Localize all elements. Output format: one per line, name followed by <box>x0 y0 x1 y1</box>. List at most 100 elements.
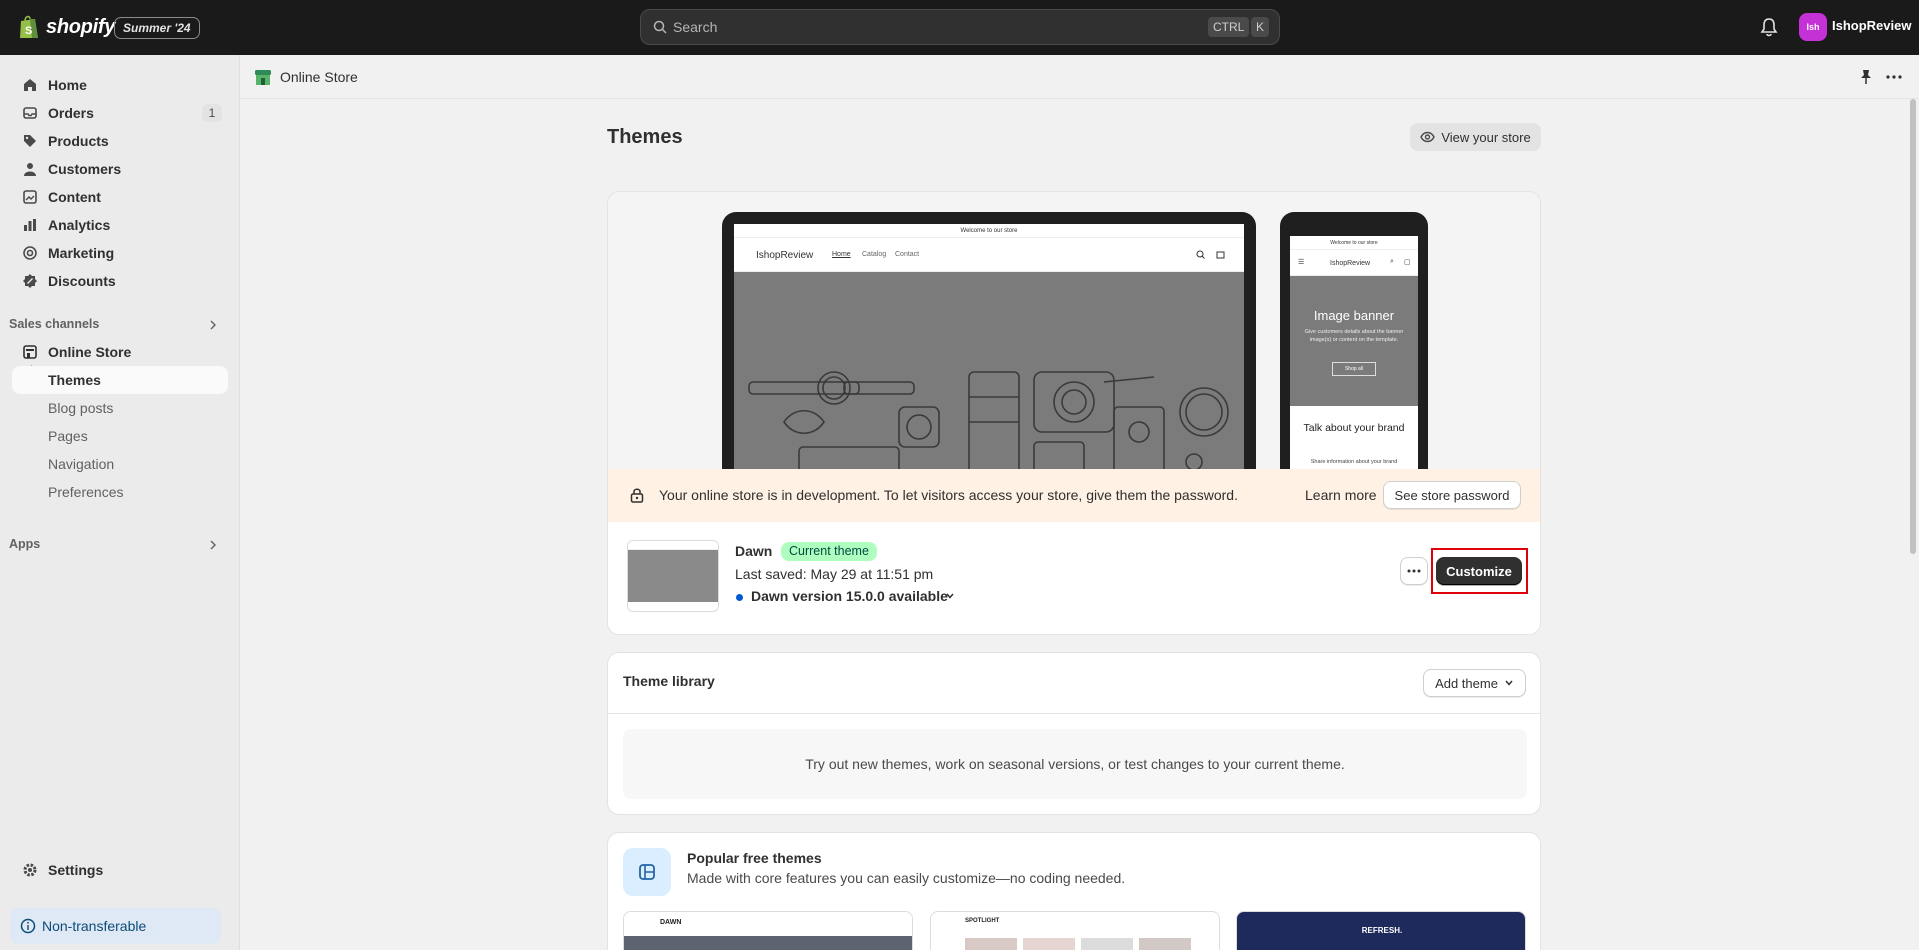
phone-brand-title: Talk about your brand <box>1303 422 1405 434</box>
spotlight-thumb-tile <box>1139 938 1191 950</box>
theme-card-spotlight[interactable]: SPOTLIGHT <box>930 911 1220 950</box>
sidebar-item-label: Content <box>48 189 101 205</box>
online-store-icon <box>255 70 271 85</box>
search-placeholder: Search <box>673 19 718 35</box>
theme-actions-button[interactable] <box>1400 557 1428 585</box>
sidebar-item-label: Pages <box>48 428 88 444</box>
theme-library-card: Theme library Add theme Try out new them… <box>607 652 1541 815</box>
discount-icon <box>23 274 37 288</box>
dawn-thumbnail[interactable] <box>627 540 719 612</box>
phone-announcement: Welcome to our store <box>1290 236 1418 250</box>
customize-highlight-box <box>1431 548 1528 594</box>
sidebar-item-label: Navigation <box>48 456 115 472</box>
sidebar-item-blog-posts[interactable]: Blog posts <box>12 394 228 422</box>
shopify-bag-icon: S <box>20 15 38 38</box>
gear-icon <box>23 863 37 877</box>
chevron-down-icon[interactable] <box>945 591 955 601</box>
laptop-screen: Welcome to our store IshopReview Home Ca… <box>734 224 1244 474</box>
mini-cart-icon <box>1216 251 1225 259</box>
phone-menu-icon: ☰ <box>1298 259 1305 266</box>
kbd-ctrl: CTRL <box>1208 17 1250 37</box>
sidebar-item-customers[interactable]: Customers <box>12 155 228 183</box>
sidebar-item-label: Online Store <box>48 344 132 360</box>
add-theme-button[interactable]: Add theme <box>1423 669 1526 697</box>
sidebar-item-content[interactable]: Content <box>12 183 228 211</box>
sidebar-item-online-store[interactable]: Online Store <box>12 338 228 366</box>
spotlight-thumb-tile <box>1081 938 1133 950</box>
sidebar-item-settings[interactable]: Settings <box>12 856 228 884</box>
search-icon <box>653 20 667 34</box>
sidebar-item-orders[interactable]: Orders 1 <box>12 99 228 127</box>
see-store-password-button[interactable]: See store password <box>1383 481 1521 509</box>
laptop-nav-home: Home <box>832 251 851 258</box>
phone-hero-banner: Image banner Give customers details abou… <box>1290 276 1418 406</box>
store-name[interactable]: IshopReview <box>1832 18 1911 33</box>
sidebar-item-discounts[interactable]: Discounts <box>12 267 228 295</box>
laptop-announcement: Welcome to our store <box>734 224 1244 238</box>
laptop-hero-image <box>734 272 1244 474</box>
non-transferable-banner[interactable]: Non-transferable <box>10 908 221 944</box>
sales-channels-title[interactable]: Sales channels <box>9 317 99 331</box>
chevron-right-icon[interactable] <box>209 320 217 330</box>
target-icon <box>23 246 37 260</box>
lock-icon <box>630 488 644 503</box>
learn-more-link[interactable]: Learn more <box>1305 487 1377 503</box>
sidebar-item-marketing[interactable]: Marketing <box>12 239 228 267</box>
theme-version-link[interactable]: Dawn version 15.0.0 available <box>751 588 948 604</box>
current-theme-badge: Current theme <box>781 542 877 561</box>
phone-store-name: IshopReview <box>1330 260 1371 267</box>
brand-name: shopify <box>46 15 116 38</box>
pin-icon[interactable] <box>1859 69 1873 85</box>
scrollbar[interactable] <box>1910 99 1916 554</box>
eye-icon <box>1420 131 1436 143</box>
theme-card-refresh[interactable]: REFRESH. <box>1236 911 1526 950</box>
sidebar-item-navigation[interactable]: Navigation <box>12 450 228 478</box>
content-icon <box>23 190 37 204</box>
refresh-thumb-title: REFRESH. <box>1361 926 1403 935</box>
more-horizontal-icon[interactable] <box>1885 69 1903 85</box>
orders-icon <box>23 107 37 119</box>
dawn-thumb-title: DAWN <box>660 919 682 926</box>
shopify-logo[interactable]: S shopify <box>18 14 115 40</box>
theme-preview[interactable]: Welcome to our store IshopReview Home Ca… <box>608 192 1540 476</box>
laptop-nav-catalog: Catalog <box>862 251 887 258</box>
sidebar-item-label: Preferences <box>48 484 124 500</box>
laptop-nav-contact: Contact <box>895 251 920 258</box>
tag-icon <box>24 135 36 147</box>
sidebar-item-themes[interactable]: Themes <box>12 366 228 394</box>
sidebar-item-preferences[interactable]: Preferences <box>12 478 228 506</box>
update-dot <box>736 594 743 601</box>
view-store-button[interactable]: View your store <box>1410 123 1541 151</box>
sidebar-item-products[interactable]: Products <box>12 127 228 155</box>
sidebar-item-label: Themes <box>48 372 101 388</box>
store-icon <box>23 345 37 359</box>
notification-bell-icon[interactable] <box>1760 17 1778 37</box>
mini-search-icon <box>1196 250 1205 259</box>
development-banner: Your online store is in development. To … <box>608 469 1540 522</box>
phone-frame: Welcome to our store ☰ IshopReview ⌕ ▢ I… <box>1280 212 1428 476</box>
sidebar-item-label: Discounts <box>48 273 116 289</box>
avatar[interactable]: Ish <box>1799 13 1827 41</box>
apps-title[interactable]: Apps <box>9 537 40 551</box>
search-bar[interactable]: Search CTRL K <box>640 9 1280 45</box>
phone-cart-icon: ▢ <box>1404 259 1411 266</box>
sidebar-item-label: Settings <box>48 862 104 878</box>
theme-card-dawn[interactable]: DAWN <box>623 911 913 950</box>
theme-store-icon <box>623 848 671 896</box>
info-icon <box>20 918 36 934</box>
dawn-thumb-header: DAWN <box>624 912 912 936</box>
chevron-right-icon[interactable] <box>209 540 217 550</box>
thumb-hero <box>628 550 718 602</box>
sidebar-item-analytics[interactable]: Analytics <box>12 211 228 239</box>
svg-text:S: S <box>25 25 32 37</box>
popular-themes-subtitle: Made with core features you can easily c… <box>687 870 1126 886</box>
sidebar-item-label: Analytics <box>48 217 111 233</box>
laptop-store-name: IshopReview <box>756 250 814 261</box>
sidebar-item-label: Customers <box>48 161 122 177</box>
sidebar-item-pages[interactable]: Pages <box>12 422 228 450</box>
laptop-frame: Welcome to our store IshopReview Home Ca… <box>722 212 1256 474</box>
sidebar-item-home[interactable]: Home <box>12 71 228 99</box>
home-icon <box>24 79 36 91</box>
current-theme-row: Dawn Current theme Last saved: May 29 at… <box>608 522 1540 634</box>
edition-badge[interactable]: Summer '24 <box>114 17 200 39</box>
